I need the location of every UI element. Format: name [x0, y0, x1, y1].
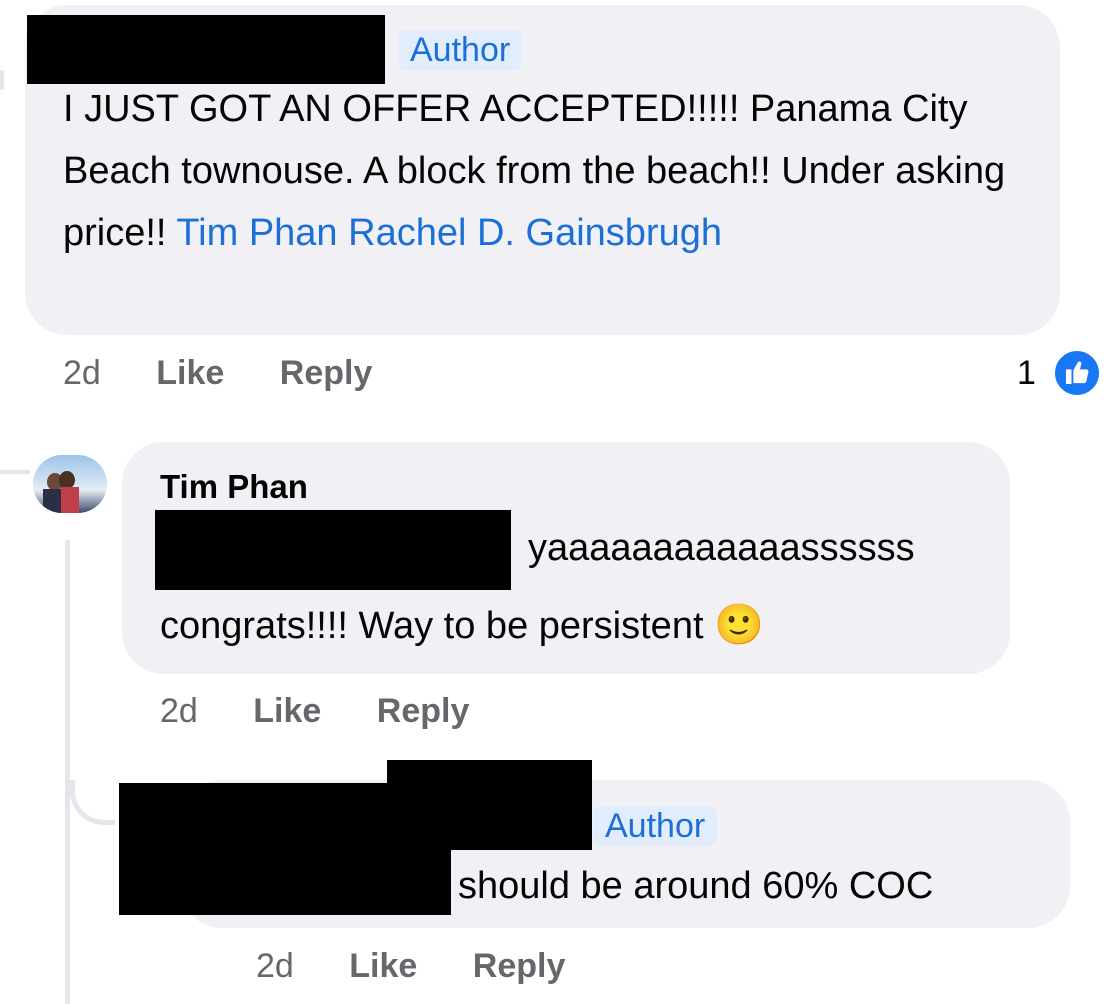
- redacted-author-name: [27, 15, 385, 84]
- comment-text-body: congrats!!!! Way to be persistent: [160, 605, 704, 647]
- thumbs-up-icon[interactable]: [1052, 348, 1102, 398]
- author-badge: Author: [593, 806, 718, 846]
- comment-meta-3: 2d Like Reply: [256, 947, 565, 986]
- timestamp: 2d: [160, 692, 198, 730]
- mention-tim-phan[interactable]: Tim Phan: [176, 212, 337, 254]
- comment-meta-1: 2d Like Reply: [63, 354, 372, 393]
- avatar[interactable]: [33, 455, 107, 513]
- comment-text-line1: yaaaaaaaaaaaassssss: [528, 527, 915, 569]
- like-button[interactable]: Like: [156, 354, 224, 392]
- reaction-count[interactable]: 1: [1017, 354, 1036, 393]
- timestamp: 2d: [63, 354, 101, 392]
- commenter-name[interactable]: Tim Phan: [160, 468, 308, 506]
- reply-button[interactable]: Reply: [473, 947, 566, 985]
- comment-text-line2: congrats!!!! Way to be persistent 🙂: [160, 594, 764, 657]
- comment-meta-2: 2d Like Reply: [160, 692, 469, 731]
- comment-text: I JUST GOT AN OFFER ACCEPTED!!!!! Panama…: [63, 78, 1043, 264]
- thread-line-branch: [70, 780, 115, 825]
- timestamp: 2d: [256, 947, 294, 985]
- reply-button[interactable]: Reply: [377, 692, 470, 730]
- author-badge: Author: [398, 30, 523, 70]
- mention-rachel-gainsbrugh[interactable]: Rachel D. Gainsbrugh: [348, 212, 722, 254]
- redacted-mention: [155, 510, 511, 590]
- slightly-smiling-emoji: 🙂: [714, 603, 764, 647]
- thread-line-avatar: [0, 470, 30, 474]
- like-button[interactable]: Like: [253, 692, 321, 730]
- redacted-author-name-top: [387, 760, 592, 850]
- thread-line-left: [65, 540, 70, 1004]
- thread-line-top: [0, 70, 4, 90]
- comment-text: should be around 60% COC: [458, 865, 934, 907]
- reply-button[interactable]: Reply: [280, 354, 373, 392]
- like-button[interactable]: Like: [349, 947, 417, 985]
